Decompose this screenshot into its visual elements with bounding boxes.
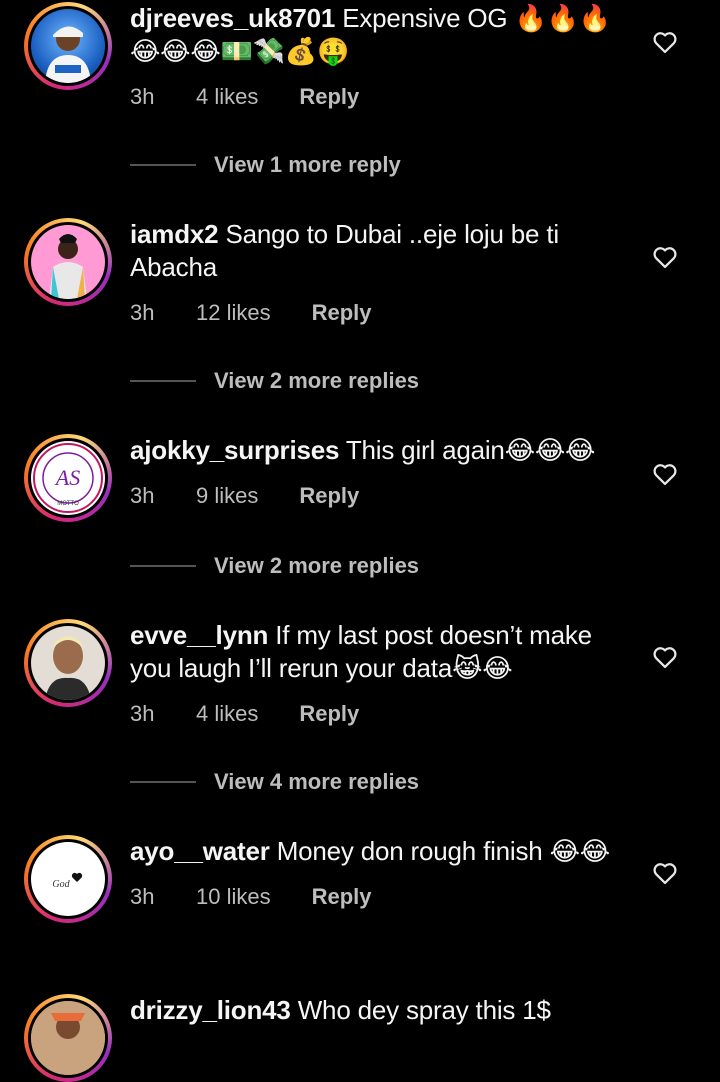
divider (130, 781, 196, 783)
heart-outline-icon[interactable] (651, 643, 679, 671)
comment-time: 3h (130, 483, 155, 508)
view-more-label[interactable]: View 2 more replies (214, 368, 419, 394)
heart-outline-icon[interactable] (651, 28, 679, 56)
comment-likes[interactable]: 4 likes (196, 84, 258, 110)
comment-likes[interactable]: 10 likes (196, 884, 271, 910)
comment-time: 3h (130, 884, 155, 909)
view-more-label[interactable]: View 4 more replies (214, 769, 419, 795)
comment-username[interactable]: ayo__water (130, 836, 270, 866)
comment-username[interactable]: ajokky_surprises (130, 435, 339, 465)
avatar[interactable] (24, 2, 112, 90)
divider (130, 164, 196, 166)
comment-username[interactable]: evve__lynn (130, 620, 268, 650)
view-more-replies[interactable]: View 2 more replies (130, 553, 419, 579)
avatar[interactable]: God (24, 835, 112, 923)
comment-username[interactable]: iamdx2 (130, 219, 219, 249)
comment-time: 3h (130, 84, 155, 109)
divider (130, 565, 196, 567)
heart-outline-icon[interactable] (651, 859, 679, 887)
as-logo-icon: AS MOTTO (33, 443, 103, 513)
god-heart-icon: God (52, 872, 83, 890)
comment-username[interactable]: djreeves_uk8701 (130, 3, 335, 33)
avatar[interactable] (24, 218, 112, 306)
view-more-replies[interactable]: View 4 more replies (130, 769, 419, 795)
logo-text: God (52, 879, 70, 890)
reply-button[interactable]: Reply (299, 84, 359, 110)
reply-button[interactable]: Reply (312, 884, 372, 910)
heart-outline-icon[interactable] (651, 460, 679, 488)
woman-portrait-icon (45, 636, 91, 700)
reply-button[interactable]: Reply (299, 701, 359, 727)
comment-text: Money don rough finish 😂😂 (276, 836, 610, 866)
comment-likes[interactable]: 4 likes (196, 701, 258, 727)
reply-button[interactable]: Reply (299, 483, 359, 509)
view-more-label[interactable]: View 2 more replies (214, 553, 419, 579)
comment-username[interactable]: drizzy_lion43 (130, 995, 291, 1025)
comment-text: Who dey spray this 1$ (297, 995, 551, 1025)
heart-outline-icon[interactable] (651, 243, 679, 271)
avatar[interactable] (24, 619, 112, 707)
man-in-cap-icon (45, 26, 91, 83)
person-pink-background-icon (49, 234, 87, 299)
avatar[interactable]: AS MOTTO (24, 434, 112, 522)
view-more-replies[interactable]: View 2 more replies (130, 368, 419, 394)
view-more-replies[interactable]: View 1 more reply (130, 152, 401, 178)
comment-likes[interactable]: 9 likes (196, 483, 258, 509)
view-more-label[interactable]: View 1 more reply (214, 152, 401, 178)
logo-subtext: MOTTO (57, 501, 79, 507)
man-outdoor-icon (31, 1001, 105, 1075)
comment-time: 3h (130, 300, 155, 325)
comment-text: This girl again😂😂😂 (345, 435, 596, 465)
avatar[interactable] (24, 994, 112, 1082)
comment-likes[interactable]: 12 likes (196, 300, 271, 326)
logo-text: AS (54, 465, 80, 490)
divider (130, 380, 196, 382)
comment-time: 3h (130, 701, 155, 726)
reply-button[interactable]: Reply (312, 300, 372, 326)
